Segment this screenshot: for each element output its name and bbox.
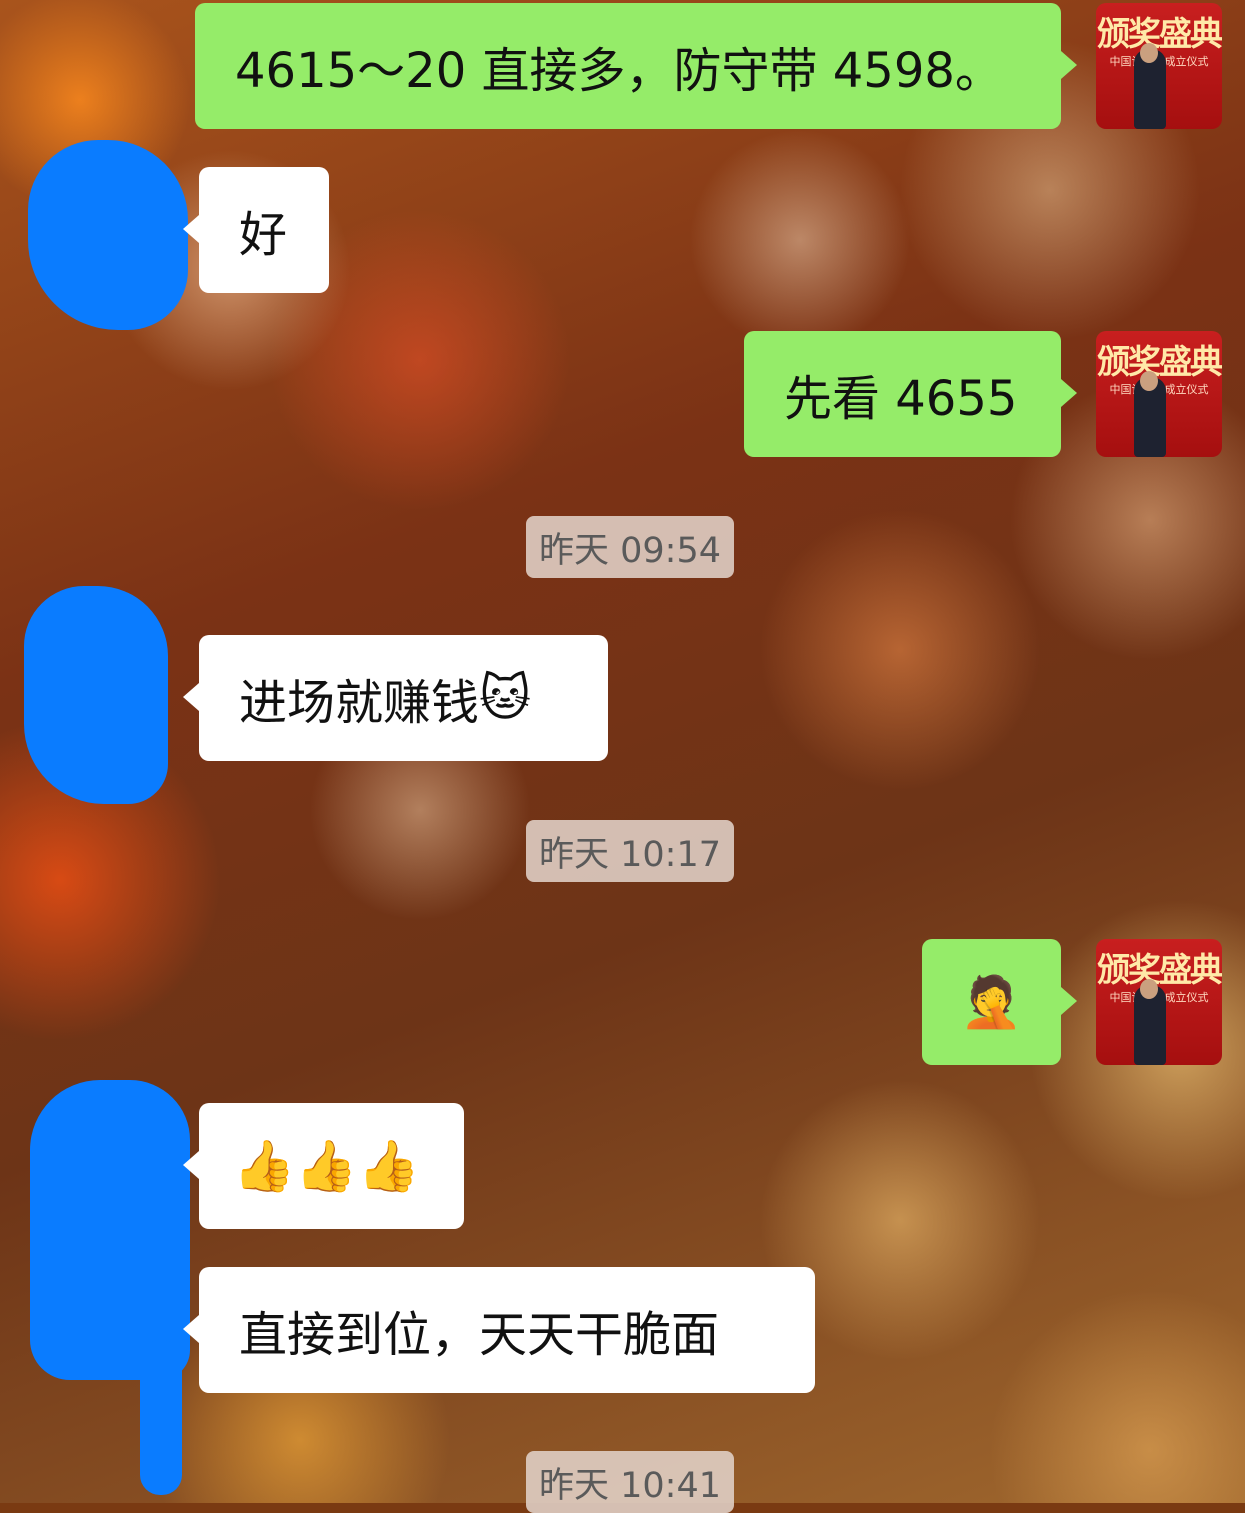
avatar-title-text: 颁奖盛典 <box>1097 950 1222 989</box>
message-bubble-self[interactable]: 🤦 <box>922 939 1077 1065</box>
avatar-title-text: 颁奖盛典 <box>1097 14 1222 53</box>
cat-emoji-icon: 🐱 <box>479 669 532 727</box>
avatar-head <box>1140 371 1158 391</box>
redacted-avatar <box>28 140 188 330</box>
avatar-title-text: 颁奖盛典 <box>1097 342 1222 381</box>
self-avatar[interactable]: 颁奖盛典 中国计协会成立仪式 <box>1096 3 1222 129</box>
redacted-avatar <box>30 1080 190 1380</box>
facepalm-emoji-icon: 🤦 <box>960 972 1023 1031</box>
timestamp-badge: 昨天 10:17 <box>526 820 734 882</box>
redacted-avatar-tail <box>140 1340 182 1495</box>
self-avatar[interactable]: 颁奖盛典 中国计协会成立仪式 <box>1096 939 1222 1065</box>
message-bubble-self[interactable]: 先看 4655 <box>744 331 1077 457</box>
message-text: 先看 4655 <box>784 371 1018 427</box>
message-text: 4615～20 直接多，防守带 4598。 <box>235 43 1003 99</box>
message-bubble-other[interactable]: 好 <box>183 167 329 293</box>
thumbs-up-emoji-icon: 👍👍👍 <box>233 1136 420 1195</box>
self-avatar[interactable]: 颁奖盛典 中国计协会成立仪式 <box>1096 331 1222 457</box>
message-bubble-other[interactable]: 👍👍👍 <box>183 1103 464 1229</box>
redacted-avatar <box>24 586 168 804</box>
message-bubble-other[interactable]: 直接到位，天天干脆面 <box>183 1267 815 1393</box>
avatar-head <box>1140 43 1158 63</box>
message-text: 直接到位，天天干脆面 <box>239 1307 720 1363</box>
message-bubble-self[interactable]: 4615～20 直接多，防守带 4598。 <box>195 3 1077 129</box>
message-bubble-other[interactable]: 进场就赚钱 🐱 <box>183 635 608 761</box>
timestamp-badge: 昨天 09:54 <box>526 516 734 578</box>
message-text: 进场就赚钱 <box>239 675 480 731</box>
message-text: 好 <box>239 207 288 263</box>
avatar-head <box>1140 979 1158 999</box>
timestamp-badge: 昨天 10:41 <box>526 1451 734 1513</box>
